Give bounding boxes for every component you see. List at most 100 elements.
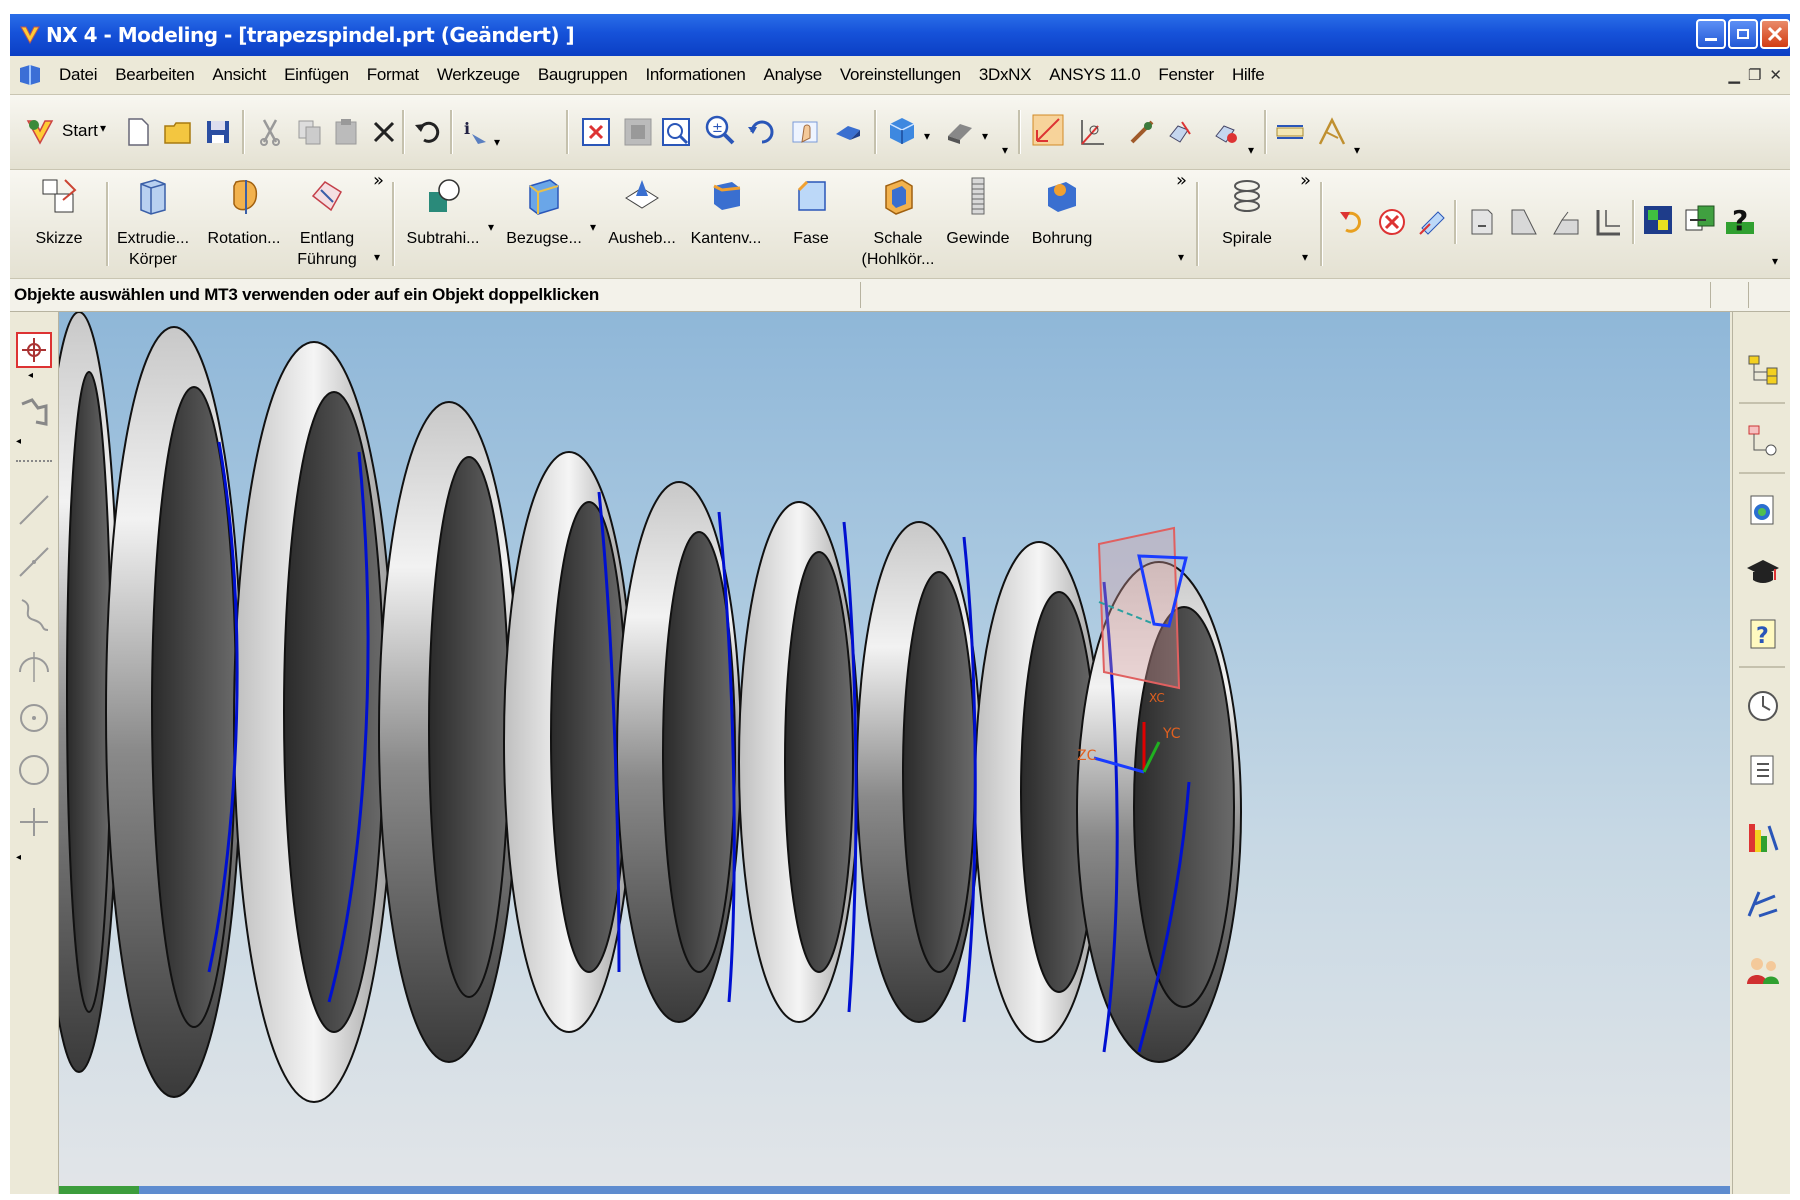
copy-icon[interactable] bbox=[294, 116, 326, 148]
feature-group-3-dropdown-icon[interactable]: ▾ bbox=[1302, 250, 1308, 264]
render-style-icon[interactable] bbox=[886, 114, 918, 146]
save-icon[interactable] bbox=[202, 116, 234, 148]
paste-icon[interactable] bbox=[330, 116, 362, 148]
wcs-icon[interactable] bbox=[1076, 116, 1108, 148]
fit-view-icon[interactable] bbox=[580, 116, 612, 148]
zoom-box-icon[interactable] bbox=[660, 116, 692, 148]
gewinde-tool[interactable]: Gewinde bbox=[946, 176, 1010, 249]
schale-tool[interactable]: Schale (Hohlkör... bbox=[850, 176, 946, 270]
taper-icon[interactable] bbox=[1550, 206, 1582, 238]
section-dropdown-icon[interactable]: ▾ bbox=[982, 129, 988, 143]
feature-group-1-dropdown-icon[interactable]: ▾ bbox=[374, 250, 380, 264]
subtrahieren-tool[interactable]: Subtrahi... bbox=[402, 176, 484, 249]
mdi-minimize-icon[interactable]: ▁ bbox=[1728, 66, 1740, 84]
line-icon[interactable] bbox=[16, 492, 52, 528]
help-icon[interactable]: ? bbox=[1745, 616, 1781, 652]
delete-icon[interactable] bbox=[368, 116, 400, 148]
mdi-close-icon[interactable]: ✕ bbox=[1769, 66, 1782, 84]
zoom-window-icon[interactable] bbox=[622, 116, 654, 148]
graphics-viewport[interactable]: ZC YC XC bbox=[59, 312, 1730, 1192]
process-studio-icon[interactable] bbox=[1745, 886, 1781, 922]
section-view-icon[interactable] bbox=[944, 116, 976, 148]
minimize-button[interactable] bbox=[1696, 19, 1726, 49]
measure-icon[interactable] bbox=[1126, 116, 1158, 148]
new-file-icon[interactable] bbox=[122, 116, 154, 148]
menu-ansys[interactable]: ANSYS 11.0 bbox=[1040, 65, 1149, 85]
assembly-constraints-icon[interactable] bbox=[1642, 204, 1674, 236]
wave-link-icon[interactable] bbox=[1684, 204, 1716, 236]
history-icon[interactable] bbox=[1745, 688, 1781, 724]
toolbar2-overflow-icon[interactable]: ▾ bbox=[1772, 254, 1778, 268]
document-logo-icon[interactable] bbox=[18, 64, 42, 86]
circle-center-icon[interactable] bbox=[16, 700, 52, 736]
help-context-icon[interactable]: ? bbox=[1724, 204, 1756, 236]
selection-icon[interactable] bbox=[1032, 114, 1064, 146]
kantenverrundung-tool[interactable]: Kantenv... bbox=[686, 176, 766, 249]
line-segment-icon[interactable] bbox=[16, 544, 52, 580]
menu-hilfe[interactable]: Hilfe bbox=[1223, 65, 1274, 85]
more-tools-2-icon[interactable]: » bbox=[1176, 170, 1187, 191]
palette-expand-3-icon[interactable]: ◂ bbox=[16, 852, 21, 863]
start-icon[interactable] bbox=[24, 115, 56, 147]
start-button[interactable]: Start bbox=[62, 121, 98, 141]
menu-analyse[interactable]: Analyse bbox=[755, 65, 831, 85]
palette-grip[interactable] bbox=[16, 460, 52, 464]
bohrung-tool[interactable]: Bohrung bbox=[1026, 176, 1098, 249]
assembly-navigator-icon[interactable] bbox=[1745, 352, 1781, 388]
delete-feature-icon[interactable] bbox=[1376, 206, 1408, 238]
palette-expand-2-icon[interactable]: ◂ bbox=[16, 436, 21, 447]
datum-dropdown-icon[interactable]: ▾ bbox=[590, 220, 596, 234]
fase-tool[interactable]: Fase bbox=[784, 176, 838, 249]
menu-voreinstellungen[interactable]: Voreinstellungen bbox=[831, 65, 970, 85]
restore-button[interactable] bbox=[1728, 19, 1758, 49]
spirale-tool[interactable]: Spirale bbox=[1210, 176, 1284, 249]
zoom-icon[interactable]: ± bbox=[704, 114, 736, 146]
feature-group-2-dropdown-icon[interactable]: ▾ bbox=[1178, 250, 1184, 264]
menu-informationen[interactable]: Informationen bbox=[636, 65, 754, 85]
analysis-palette-icon[interactable] bbox=[1745, 820, 1781, 856]
menu-3dxnx[interactable]: 3DxNX bbox=[970, 65, 1040, 85]
bezug-tool[interactable]: Bezugse... bbox=[500, 176, 588, 249]
constraint-tool-icon[interactable] bbox=[16, 394, 52, 430]
close-button[interactable] bbox=[1760, 19, 1790, 49]
mdi-restore-icon[interactable]: ❐ bbox=[1748, 66, 1761, 84]
more-tools-1-icon[interactable]: » bbox=[373, 170, 384, 191]
start-dropdown-icon[interactable]: ▾ bbox=[100, 121, 106, 135]
part-navigator-icon[interactable] bbox=[1745, 422, 1781, 458]
regenerate-icon[interactable] bbox=[1336, 206, 1368, 238]
menu-werkzeuge[interactable]: Werkzeuge bbox=[428, 65, 529, 85]
skizze-tool[interactable]: Skizze bbox=[30, 176, 88, 249]
title-bar[interactable]: NX 4 - Modeling - [trapezspindel.prt (Ge… bbox=[10, 14, 1790, 56]
menu-format[interactable]: Format bbox=[358, 65, 428, 85]
undo-icon[interactable] bbox=[412, 116, 444, 148]
snap-options-icon[interactable] bbox=[1210, 116, 1242, 148]
information-icon[interactable]: i bbox=[460, 116, 492, 148]
cut-icon[interactable] bbox=[254, 116, 286, 148]
pan-icon[interactable] bbox=[790, 116, 822, 148]
draft-face-icon[interactable] bbox=[1508, 206, 1540, 238]
menu-datei[interactable]: Datei bbox=[50, 65, 106, 85]
training-icon[interactable] bbox=[1745, 554, 1781, 590]
menu-ansicht[interactable]: Ansicht bbox=[203, 65, 275, 85]
select-point-icon[interactable] bbox=[16, 332, 52, 368]
drafting-icon[interactable] bbox=[1316, 116, 1348, 148]
datum-plane[interactable] bbox=[1097, 526, 1188, 690]
corner-icon[interactable] bbox=[1592, 206, 1624, 238]
ruler-icon[interactable] bbox=[1274, 116, 1306, 148]
snap-point-icon[interactable] bbox=[1164, 116, 1196, 148]
replace-face-icon[interactable] bbox=[1416, 206, 1448, 238]
offset-face-icon[interactable] bbox=[1466, 206, 1498, 238]
circle-icon[interactable] bbox=[16, 752, 52, 788]
threaded-spindle-model[interactable]: ZC YC XC bbox=[59, 312, 1730, 1192]
menu-baugruppen[interactable]: Baugruppen bbox=[529, 65, 637, 85]
rotation-tool[interactable]: Rotation... bbox=[204, 176, 284, 249]
entlang-fuehrung-tool[interactable]: Entlang Führung bbox=[290, 176, 364, 270]
view-orient-icon[interactable] bbox=[832, 116, 864, 148]
rotate-icon[interactable] bbox=[746, 116, 778, 148]
info-dropdown-icon[interactable]: ▾ bbox=[494, 135, 500, 149]
toolbar-overflow-icon[interactable]: ▾ bbox=[1002, 143, 1008, 157]
open-folder-icon[interactable] bbox=[162, 116, 194, 148]
extrude-tool[interactable]: Extrudie... Körper bbox=[114, 176, 192, 270]
subtract-dropdown-icon[interactable]: ▾ bbox=[488, 220, 494, 234]
spline-icon[interactable] bbox=[16, 596, 52, 632]
